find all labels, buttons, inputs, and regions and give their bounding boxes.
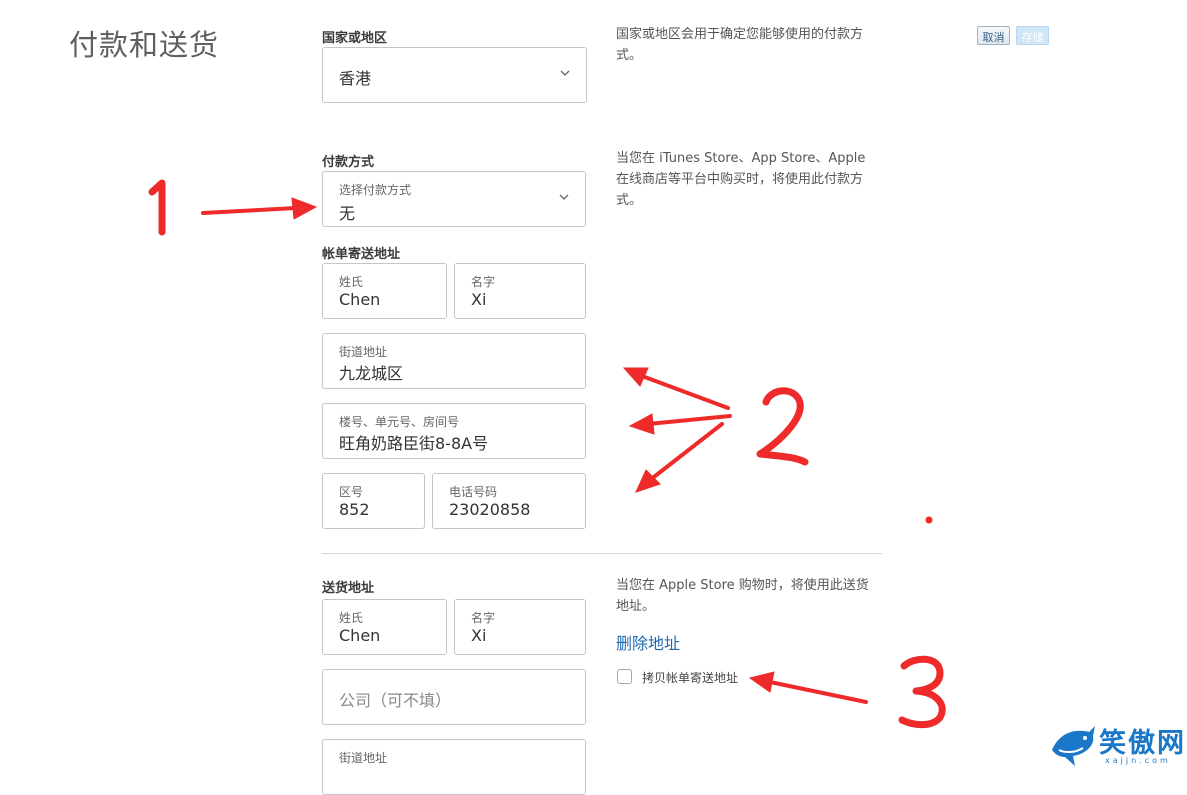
- cancel-button[interactable]: 取消: [977, 26, 1010, 45]
- country-section-label: 国家或地区: [322, 31, 388, 46]
- field-value: 九龙城区: [339, 364, 404, 383]
- annotation-number-1: [148, 179, 166, 236]
- field-value: 旺角奶路臣街8-8A号: [339, 434, 489, 453]
- billing-street-field[interactable]: 街道地址 九龙城区: [322, 333, 586, 389]
- payment-section-label: 付款方式: [322, 155, 375, 170]
- country-select[interactable]: 香港: [322, 47, 587, 103]
- payment-help-text: 当您在 iTunes Store、App Store、Apple 在线商店等平台…: [616, 151, 866, 208]
- field-label: 名字: [471, 611, 496, 625]
- field-value: Chen: [339, 626, 381, 645]
- field-value: Xi: [471, 626, 487, 645]
- annotation-arrows-2: [622, 367, 732, 493]
- field-value: Chen: [339, 290, 381, 309]
- country-value: 香港: [339, 69, 372, 88]
- country-help-text: 国家或地区会用于确定您能够使用的付款方式。: [616, 27, 864, 63]
- billing-last-name-field[interactable]: 姓氏 Chen: [322, 263, 447, 319]
- annotation-number-2: [756, 387, 809, 466]
- annotation-arrow-3: [748, 671, 868, 704]
- field-value: 23020858: [449, 500, 531, 519]
- shipping-last-name-field[interactable]: 姓氏 Chen: [322, 599, 447, 655]
- field-label: 电话号码: [449, 485, 498, 499]
- shipping-first-name-field[interactable]: 名字 Xi: [454, 599, 586, 655]
- payment-value: 无: [339, 204, 356, 223]
- chevron-down-icon: [559, 194, 569, 200]
- shipping-section-label: 送货地址: [322, 581, 375, 596]
- shark-logo-icon: [1052, 726, 1095, 766]
- field-label: 街道地址: [339, 751, 388, 765]
- copy-billing-label: 拷贝帐单寄送地址: [642, 671, 739, 685]
- payment-select-label: 选择付款方式: [339, 183, 412, 197]
- page-title: 付款和送货: [69, 28, 220, 62]
- field-value: Xi: [471, 290, 487, 309]
- field-label: 姓氏: [339, 611, 364, 625]
- watermark-domain: xajjn.com: [1105, 756, 1171, 765]
- annotation-dot: [925, 516, 933, 524]
- field-label: 姓氏: [339, 275, 364, 289]
- save-button[interactable]: 存储: [1016, 26, 1049, 45]
- billing-first-name-field[interactable]: 名字 Xi: [454, 263, 586, 319]
- annotation-arrow-1: [201, 197, 318, 220]
- field-value: 852: [339, 500, 370, 519]
- annotation-number-3: [898, 655, 946, 729]
- shipping-help-text: 当您在 Apple Store 购物时，将使用此送货地址。: [616, 578, 869, 614]
- annotation-overlay: [148, 179, 946, 729]
- payment-method-select[interactable]: 选择付款方式 无: [322, 171, 586, 227]
- copy-billing-checkbox[interactable]: [617, 669, 632, 684]
- chevron-down-icon: [560, 70, 570, 76]
- billing-area-code-field[interactable]: 区号 852: [322, 473, 425, 529]
- watermark-text: 笑傲网: [1099, 728, 1186, 759]
- field-label: 名字: [471, 275, 496, 289]
- shipping-company-field[interactable]: 公司（可不填）: [322, 669, 586, 725]
- field-label: 街道地址: [339, 345, 388, 359]
- section-divider: [322, 553, 882, 554]
- billing-building-field[interactable]: 楼号、单元号、房间号 旺角奶路臣街8-8A号: [322, 403, 586, 459]
- field-label: 区号: [339, 485, 364, 499]
- delete-address-link[interactable]: 删除地址: [616, 630, 680, 654]
- field-placeholder: 公司（可不填）: [339, 691, 452, 710]
- billing-section-label: 帐单寄送地址: [322, 247, 401, 262]
- billing-phone-field[interactable]: 电话号码 23020858: [432, 473, 586, 529]
- field-label: 楼号、单元号、房间号: [339, 415, 460, 429]
- shipping-street-field[interactable]: 街道地址: [322, 739, 586, 795]
- watermark-logo: 笑傲网 xajjn.com: [1049, 720, 1187, 767]
